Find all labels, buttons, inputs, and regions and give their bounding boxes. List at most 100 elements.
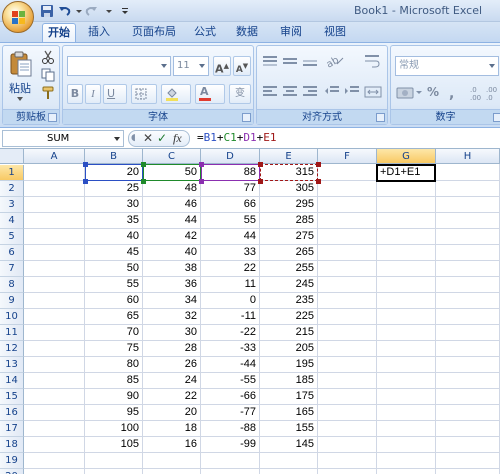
cell-e10[interactable]: 225: [260, 309, 317, 324]
format-painter-icon[interactable]: [41, 86, 55, 100]
align-left-icon[interactable]: [261, 84, 279, 100]
font-name-combo[interactable]: [67, 56, 171, 76]
tab-data[interactable]: 数据: [230, 23, 264, 42]
tab-home[interactable]: 开始: [42, 23, 76, 42]
row-header-2[interactable]: 2: [0, 181, 24, 197]
row-header-5[interactable]: 5: [0, 229, 24, 245]
cell-b6[interactable]: 45: [85, 245, 142, 260]
align-center-icon[interactable]: [281, 84, 299, 100]
tab-page-layout[interactable]: 页面布局: [126, 23, 182, 42]
cell-b9[interactable]: 60: [85, 293, 142, 308]
paste-icon[interactable]: [9, 50, 33, 78]
cell-b11[interactable]: 70: [85, 325, 142, 340]
formula-input[interactable]: =B1+C1+D1+E1: [194, 130, 498, 147]
worksheet-grid[interactable]: ABCDEFGH 1 2 3 4 5 6 7 8 9 10 11 12 13 14 15 16 17 18 19 20…: [0, 149, 500, 474]
tab-view[interactable]: 视图: [318, 23, 352, 42]
cell-c9[interactable]: 34: [143, 293, 200, 308]
number-format-combo[interactable]: 常规: [395, 56, 499, 76]
dialog-launcher-icon[interactable]: [493, 113, 500, 122]
tab-review[interactable]: 审阅: [274, 23, 308, 42]
cell-d8[interactable]: 11: [201, 277, 259, 292]
phonetic-icon[interactable]: 变: [229, 84, 251, 104]
name-box[interactable]: SUM: [2, 130, 124, 147]
cell-e8[interactable]: 245: [260, 277, 317, 292]
fill-color-icon[interactable]: [161, 84, 191, 104]
cell-d14[interactable]: -55: [201, 373, 259, 388]
cell-b16[interactable]: 95: [85, 405, 142, 420]
cell-e12[interactable]: 205: [260, 341, 317, 356]
cell-d18[interactable]: -99: [201, 437, 259, 452]
save-icon[interactable]: [40, 4, 54, 18]
cell-b13[interactable]: 80: [85, 357, 142, 372]
cell-b8[interactable]: 55: [85, 277, 142, 292]
cut-icon[interactable]: [41, 50, 55, 64]
percent-icon[interactable]: %: [427, 85, 439, 99]
cell-d12[interactable]: -33: [201, 341, 259, 356]
cell-e2[interactable]: 305: [260, 181, 317, 196]
cell-b3[interactable]: 30: [85, 197, 142, 212]
tab-insert[interactable]: 插入: [82, 23, 116, 42]
borders-icon[interactable]: [131, 84, 157, 104]
row-header-9[interactable]: 9: [0, 293, 24, 309]
column-header-h[interactable]: H: [436, 149, 500, 164]
cell-d9[interactable]: 0: [201, 293, 259, 308]
reference-handle[interactable]: [316, 179, 321, 184]
dialog-launcher-icon[interactable]: [48, 113, 57, 122]
undo-icon[interactable]: [58, 4, 72, 18]
cell-c11[interactable]: 30: [143, 325, 200, 340]
column-header-b[interactable]: B: [85, 149, 143, 164]
cell-d17[interactable]: -88: [201, 421, 259, 436]
cell-e5[interactable]: 275: [260, 229, 317, 244]
column-header-d[interactable]: D: [201, 149, 260, 164]
dialog-launcher-icon[interactable]: [242, 113, 251, 122]
row-header-14[interactable]: 14: [0, 373, 24, 389]
row-header-8[interactable]: 8: [0, 277, 24, 293]
increase-decimal-icon[interactable]: .0.00: [469, 84, 483, 102]
cell-b4[interactable]: 35: [85, 213, 142, 228]
paste-button[interactable]: 粘贴: [9, 80, 31, 96]
shrink-font-icon[interactable]: A▼: [233, 56, 251, 76]
cell-d13[interactable]: -44: [201, 357, 259, 372]
cell-c4[interactable]: 44: [143, 213, 200, 228]
align-bottom-icon[interactable]: [301, 54, 319, 70]
column-header-c[interactable]: C: [143, 149, 201, 164]
bold-icon[interactable]: B: [67, 84, 83, 104]
column-header-f[interactable]: F: [318, 149, 377, 164]
cell-d2[interactable]: 77: [201, 181, 259, 196]
cell-d5[interactable]: 44: [201, 229, 259, 244]
cell-d16[interactable]: -77: [201, 405, 259, 420]
reference-handle[interactable]: [258, 162, 263, 167]
currency-icon[interactable]: [395, 84, 423, 102]
cell-b2[interactable]: 25: [85, 181, 142, 196]
reference-handle[interactable]: [316, 162, 321, 167]
dialog-launcher-icon[interactable]: [376, 113, 385, 122]
cell-b15[interactable]: 90: [85, 389, 142, 404]
enter-icon[interactable]: ✓: [157, 131, 167, 146]
increase-indent-icon[interactable]: [343, 84, 361, 100]
reference-handle[interactable]: [83, 179, 88, 184]
cell-c18[interactable]: 16: [143, 437, 200, 452]
cell-c7[interactable]: 38: [143, 261, 200, 276]
cell-c6[interactable]: 40: [143, 245, 200, 260]
align-middle-icon[interactable]: [281, 54, 299, 70]
cell-e18[interactable]: 145: [260, 437, 317, 452]
row-header-6[interactable]: 6: [0, 245, 24, 261]
underline-icon[interactable]: U: [103, 84, 127, 104]
cell-b12[interactable]: 75: [85, 341, 142, 356]
row-header-13[interactable]: 13: [0, 357, 24, 373]
orientation-icon[interactable]: ab: [323, 52, 345, 70]
resize-handle-icon[interactable]: ◖: [131, 131, 136, 146]
cell-c14[interactable]: 24: [143, 373, 200, 388]
comma-style-icon[interactable]: ,: [447, 84, 467, 102]
cell-b10[interactable]: 65: [85, 309, 142, 324]
row-header-20[interactable]: 20: [0, 469, 24, 474]
row-header-12[interactable]: 12: [0, 341, 24, 357]
row-header-10[interactable]: 10: [0, 309, 24, 325]
reference-handle[interactable]: [83, 162, 88, 167]
redo-icon[interactable]: [84, 4, 98, 18]
cell-c5[interactable]: 42: [143, 229, 200, 244]
row-header-4[interactable]: 4: [0, 213, 24, 229]
cell-e17[interactable]: 155: [260, 421, 317, 436]
column-header-g[interactable]: G: [377, 149, 436, 164]
reference-handle[interactable]: [199, 162, 204, 167]
